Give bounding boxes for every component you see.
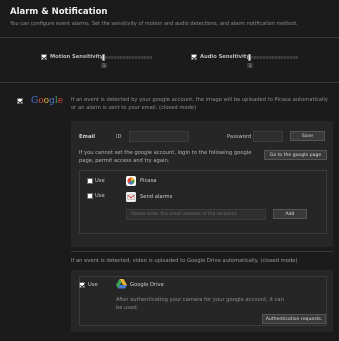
id-label: ID: [116, 134, 122, 140]
audio-sensitivity-slider-thumb[interactable]: [248, 54, 251, 61]
recipient-email-input[interactable]: Please enter the email address of the re…: [126, 209, 266, 220]
send-alarms-label: Send alarms: [140, 194, 173, 200]
drive-divider: [71, 251, 333, 252]
cannot-set-text: If you cannot set the google account, lo…: [79, 150, 252, 164]
email-label: Email: [79, 134, 96, 140]
send-alarms-use-checkbox[interactable]: [87, 193, 93, 199]
audio-sensitivity-slider[interactable]: [248, 56, 298, 59]
motion-sensitivity-checkbox[interactable]: [41, 54, 47, 60]
google-description: If an event is detected by your google a…: [71, 97, 328, 111]
google-enable-checkbox[interactable]: [17, 98, 23, 104]
drive-auth-text: After authenticating your camera for you…: [116, 297, 284, 311]
picasa-label: Picasa: [140, 178, 157, 184]
page-subtitle: You can configure event alarms. Set the …: [10, 21, 298, 27]
password-label: Password: [227, 134, 252, 140]
drive-description: If an event is detected, video is upload…: [71, 258, 298, 264]
google-drive-label: Google Drive: [130, 282, 164, 288]
save-button[interactable]: Save: [290, 131, 325, 141]
mail-icon: [126, 192, 136, 202]
motion-sensitivity-label: Motion Sensitivity: [50, 54, 104, 60]
audio-sensitivity-value: 1: [247, 63, 253, 68]
google-id-input[interactable]: [129, 131, 189, 142]
picasa-use-label: Use: [95, 178, 105, 184]
google-password-input[interactable]: [253, 131, 283, 142]
motion-sensitivity-value: 1: [101, 63, 107, 68]
google-services-box: [79, 170, 327, 234]
send-alarms-use-label: Use: [95, 193, 105, 199]
audio-sensitivity-checkbox[interactable]: [191, 54, 197, 60]
drive-use-checkbox[interactable]: [79, 282, 85, 288]
authentication-request-button[interactable]: Authentication requests.: [262, 314, 326, 324]
page-title: Alarm & Notification: [10, 7, 108, 17]
drive-use-label: Use: [88, 282, 98, 288]
google-logo: Google: [31, 96, 64, 106]
google-drive-icon: [116, 279, 127, 289]
go-to-google-page-button[interactable]: Go to the google page: [264, 150, 327, 160]
motion-sensitivity-slider-thumb[interactable]: [102, 54, 105, 61]
motion-sensitivity-slider[interactable]: [102, 56, 152, 59]
picasa-use-checkbox[interactable]: [87, 178, 93, 184]
add-recipient-button[interactable]: Add: [273, 209, 307, 219]
picasa-icon: [126, 176, 136, 186]
sensitivity-divider: [0, 82, 339, 83]
audio-sensitivity-label: Audio Sensitivity: [200, 54, 250, 60]
header-divider: [0, 37, 339, 38]
